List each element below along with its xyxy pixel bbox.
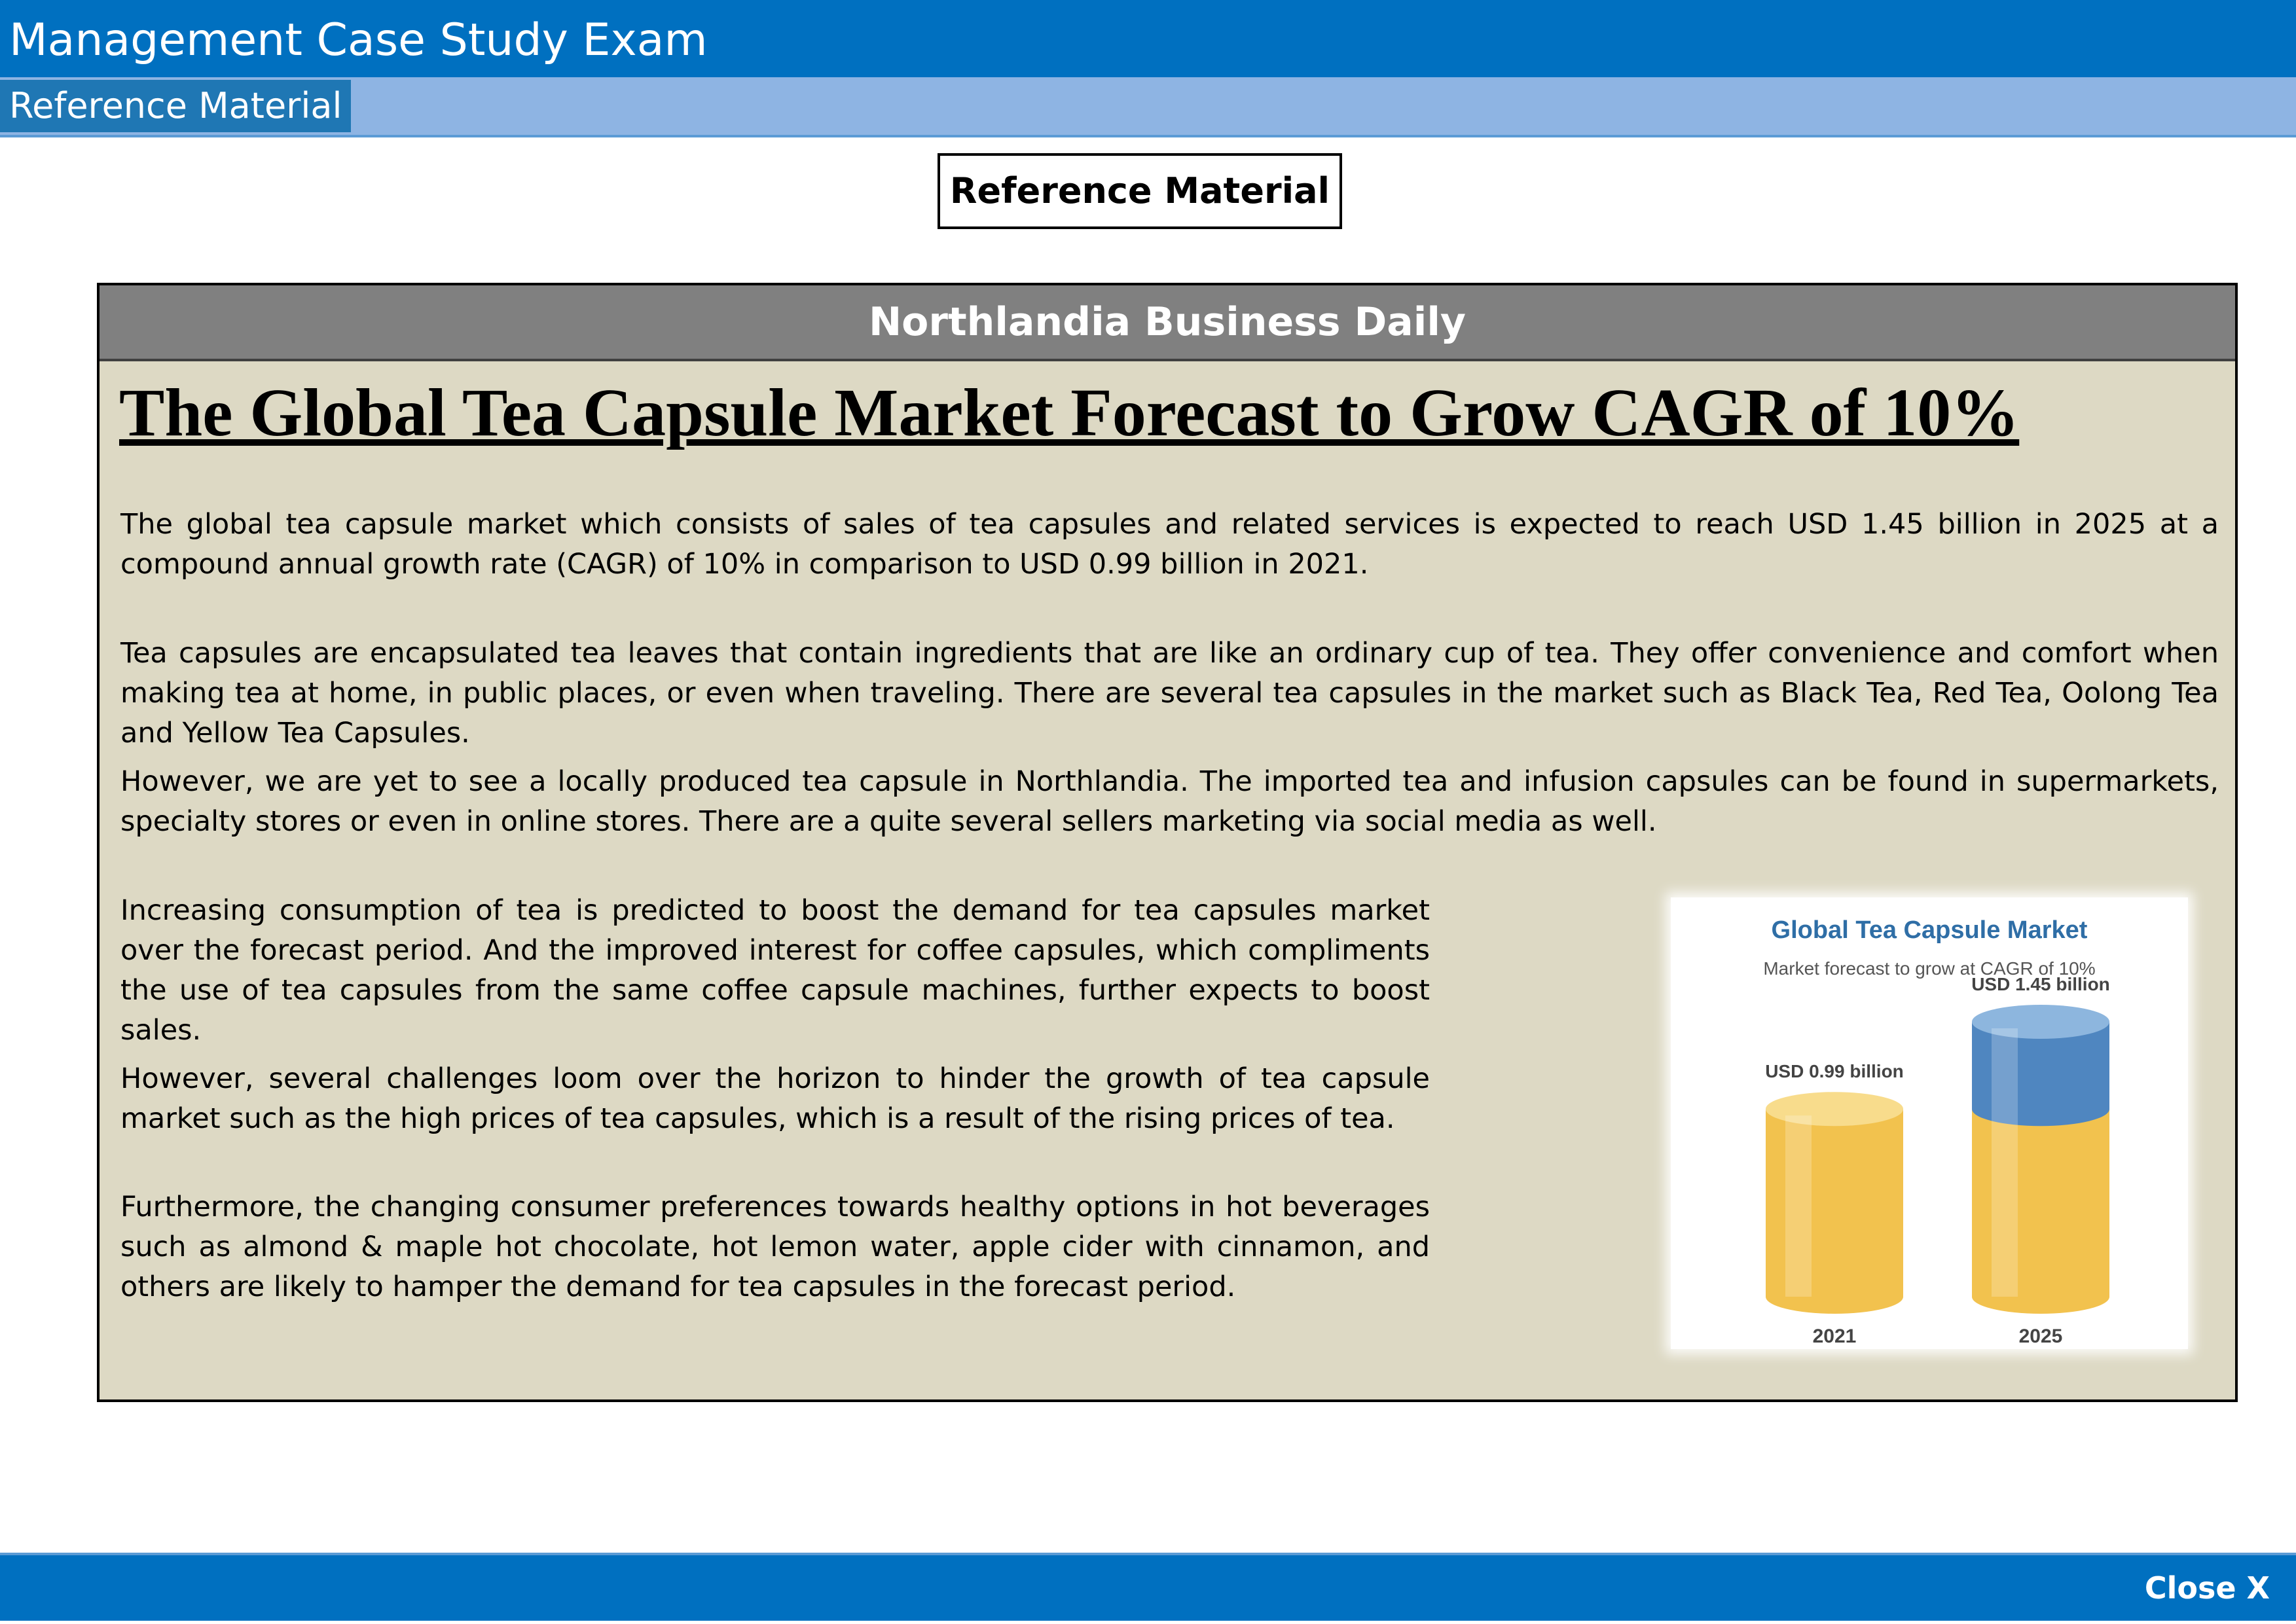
article-headline: The Global Tea Capsule Market Forecast t…: [119, 375, 2020, 450]
page-heading: Reference Material: [938, 153, 1342, 229]
bar-highlight: [1785, 1115, 1812, 1297]
chart-title: Global Tea Capsule Market: [1772, 916, 2088, 944]
x-tick-label: 2021: [1813, 1326, 1857, 1347]
market-chart: Global Tea Capsule Market Market forecas…: [1671, 897, 2188, 1349]
tab-reference-material[interactable]: Reference Material: [0, 80, 351, 132]
bar-2021: [1766, 1092, 1903, 1314]
app-title: Management Case Study Exam: [9, 14, 708, 66]
bar-highlight: [1992, 1028, 2018, 1297]
close-button[interactable]: Close X: [2145, 1567, 2270, 1609]
data-label: USD 1.45 billion: [1971, 974, 2110, 994]
title-bar: Management Case Study Exam: [0, 0, 2296, 77]
bar-2025: [1972, 1005, 2109, 1314]
tab-strip: Reference Material: [0, 77, 2296, 137]
article-paragraph-3: However, we are yet to see a locally pro…: [120, 765, 2219, 838]
article-paragraph-4: Increasing consumption of tea is predict…: [120, 894, 1430, 1047]
footer-bar: Close X: [0, 1553, 2296, 1621]
article-panel: Northlandia Business Daily The Global Te…: [97, 283, 2238, 1402]
market-chart-svg: Global Tea Capsule Market Market forecas…: [1763, 916, 2110, 1347]
article-paragraph-5: However, several challenges loom over th…: [120, 1062, 1430, 1135]
data-label: USD 0.99 billion: [1765, 1061, 1904, 1081]
article-paragraph-2: Tea capsules are encapsulated tea leaves…: [120, 637, 2219, 749]
article-paragraph-1: The global tea capsule market which cons…: [120, 508, 2219, 581]
publication-name: Northlandia Business Daily: [100, 285, 2235, 361]
article-paragraph-6: Furthermore, the changing consumer prefe…: [120, 1191, 1430, 1303]
x-tick-label: 2025: [2019, 1326, 2063, 1347]
